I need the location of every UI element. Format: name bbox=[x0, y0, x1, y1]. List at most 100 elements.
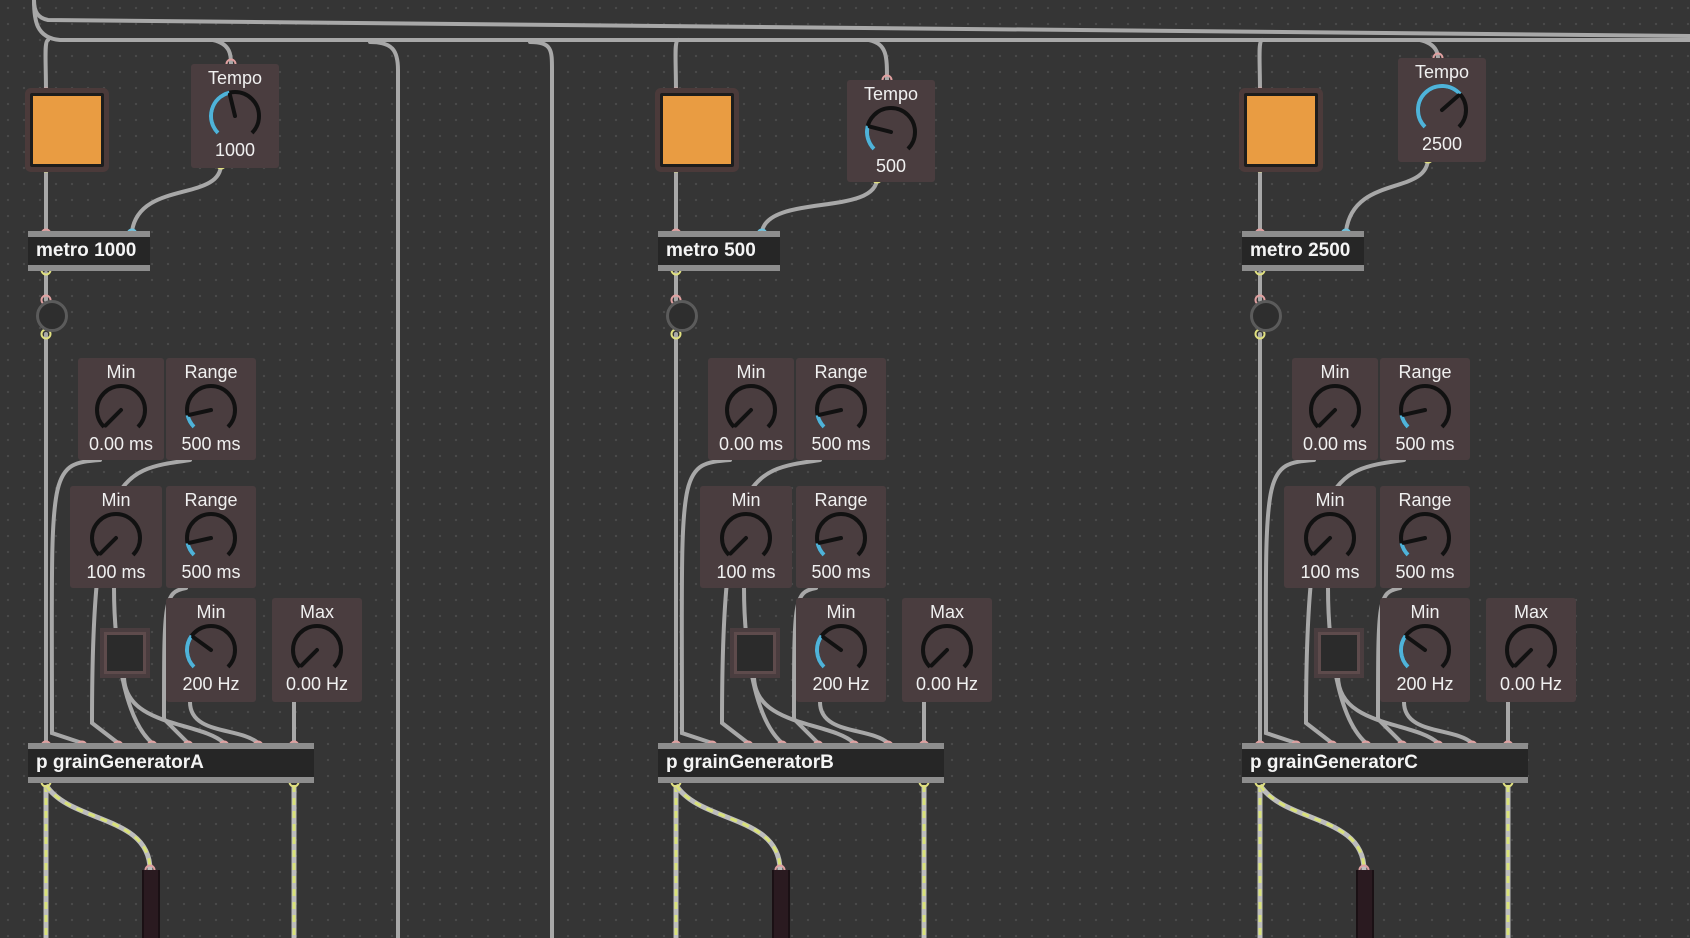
col-b-dial-5-label: Max bbox=[929, 602, 964, 622]
col-a-dial-0-value: 0.00 ms bbox=[88, 434, 154, 454]
col-c-dial-4[interactable]: Min 200 Hz bbox=[1380, 598, 1470, 702]
top-bus-cord[interactable] bbox=[32, 0, 1690, 42]
col-c-dial-1[interactable]: Range 500 ms bbox=[1380, 358, 1470, 460]
col-a-tempo-dial[interactable]: Tempo 1000 bbox=[191, 64, 279, 168]
col-a-number-box[interactable] bbox=[104, 632, 146, 674]
col-a-signal-meter[interactable] bbox=[43, 783, 153, 871]
col-b-signal-meter[interactable] bbox=[673, 783, 783, 871]
col-c-dial-5-knob-icon[interactable] bbox=[1503, 622, 1559, 678]
col-c-dial-4-knob-icon[interactable] bbox=[1397, 622, 1453, 678]
col-c-dial-0[interactable]: Min 0.00 ms bbox=[1292, 358, 1378, 460]
col-a-tempo-knob-icon[interactable] bbox=[207, 88, 263, 144]
col-b-dial-5[interactable]: Max 0.00 Hz bbox=[902, 598, 992, 702]
col-c-tempo-value: 2500 bbox=[1421, 134, 1463, 154]
col-b-tempo-dial[interactable]: Tempo 500 bbox=[847, 80, 935, 182]
col-a-toggle[interactable] bbox=[30, 93, 104, 167]
col-b-dial-0[interactable]: Min 0.00 ms bbox=[708, 358, 794, 460]
top-bus-cord-2[interactable] bbox=[32, 0, 1690, 38]
col-c-toggle[interactable] bbox=[1244, 93, 1318, 167]
col-c-cord-minhz[interactable] bbox=[1402, 700, 1474, 745]
col-c-dial-5[interactable]: Max 0.00 Hz bbox=[1486, 598, 1576, 702]
col-c-cord-tempo-metro[interactable] bbox=[1344, 156, 1430, 233]
col-b-cord-bus-toggle[interactable] bbox=[673, 38, 680, 95]
col-c-signal-meter-dash bbox=[1258, 784, 1366, 871]
col-b-cord-bus-tempo[interactable] bbox=[867, 38, 889, 82]
col-a-dial-3-knob-icon[interactable] bbox=[183, 510, 239, 566]
col-a-dial-0[interactable]: Min 0.00 ms bbox=[78, 358, 164, 460]
col-b-tempo-label: Tempo bbox=[863, 84, 919, 104]
col-a-dial-5[interactable]: Max 0.00 Hz bbox=[272, 598, 362, 702]
col-b-dial-4-knob-icon[interactable] bbox=[813, 622, 869, 678]
col-b-dial-0-knob-icon[interactable] bbox=[723, 382, 779, 438]
col-a-dial-2-knob-icon[interactable] bbox=[88, 510, 144, 566]
col-c-tempo-knob-icon[interactable] bbox=[1414, 82, 1470, 138]
col-b-cord-tempo-metro[interactable] bbox=[760, 176, 879, 233]
col-a-dial-1-knob-icon[interactable] bbox=[183, 382, 239, 438]
col-b-level-meter bbox=[772, 870, 790, 938]
col-b-dial-5-knob-icon[interactable] bbox=[919, 622, 975, 678]
col-a-cord-minhz[interactable] bbox=[188, 700, 260, 745]
col-a-cord-bus-tempo[interactable] bbox=[211, 38, 233, 66]
col-a-dial-1[interactable]: Range 500 ms bbox=[166, 358, 256, 460]
col-a-signal-meter-dash bbox=[44, 784, 152, 871]
col-b-dial-2-knob-icon[interactable] bbox=[718, 510, 774, 566]
col-c-dial-3-knob-icon[interactable] bbox=[1397, 510, 1453, 566]
col-b-dial-3-knob-icon[interactable] bbox=[813, 510, 869, 566]
col-c-cord-bus-toggle[interactable] bbox=[1257, 38, 1264, 95]
col-b-dial-2-value: 100 ms bbox=[716, 562, 776, 582]
col-a-dial-2[interactable]: Min 100 ms bbox=[70, 486, 162, 588]
col-a-cord-tempo-metro[interactable] bbox=[130, 162, 223, 233]
col-c-dial-3-label: Range bbox=[1398, 490, 1452, 510]
col-b-metro-object[interactable]: metro 500 bbox=[658, 231, 780, 271]
col-a-grain-generator[interactable]: p grainGeneratorA bbox=[28, 743, 314, 783]
col-c-dial-2-label: Min bbox=[1315, 490, 1345, 510]
col-a-dial-5-knob-icon[interactable] bbox=[289, 622, 345, 678]
col-c-metro-object[interactable]: metro 2500 bbox=[1242, 231, 1364, 271]
col-a-dial-4-knob-icon[interactable] bbox=[183, 622, 239, 678]
col-b-dial-1-value: 500 ms bbox=[811, 434, 871, 454]
col-a-dial-2-label: Min bbox=[101, 490, 131, 510]
long-cord-1[interactable] bbox=[368, 40, 400, 938]
col-b-dial-0-value: 0.00 ms bbox=[718, 434, 784, 454]
col-b-number-box[interactable] bbox=[734, 632, 776, 674]
col-c-grain-generator[interactable]: p grainGeneratorC bbox=[1242, 743, 1528, 783]
col-a-bang-button[interactable] bbox=[36, 300, 68, 332]
col-c-signal-meter[interactable] bbox=[1257, 783, 1367, 871]
col-c-number-box[interactable] bbox=[1318, 632, 1360, 674]
col-b-dial-4-value: 200 Hz bbox=[812, 674, 870, 694]
col-a-dial-1-label: Range bbox=[184, 362, 238, 382]
col-a-dial-4[interactable]: Min 200 Hz bbox=[166, 598, 256, 702]
col-b-dial-1-knob-icon[interactable] bbox=[813, 382, 869, 438]
col-c-tempo-label: Tempo bbox=[1414, 62, 1470, 82]
col-c-dial-3[interactable]: Range 500 ms bbox=[1380, 486, 1470, 588]
col-b-tempo-knob-icon[interactable] bbox=[863, 104, 919, 160]
col-c-dial-0-label: Min bbox=[1320, 362, 1350, 382]
col-c-dial-0-value: 0.00 ms bbox=[1302, 434, 1368, 454]
patcher-canvas[interactable]: Tempo 1000 metro 1000 Min 0.00 ms Range 500 ms… bbox=[0, 0, 1690, 938]
col-b-dial-4[interactable]: Min 200 Hz bbox=[796, 598, 886, 702]
col-b-dial-3-value: 500 ms bbox=[811, 562, 871, 582]
col-a-dial-1-value: 500 ms bbox=[181, 434, 241, 454]
col-b-bang-button[interactable] bbox=[666, 300, 698, 332]
col-c-dial-0-knob-icon[interactable] bbox=[1307, 382, 1363, 438]
col-a-metro-object[interactable]: metro 1000 bbox=[28, 231, 150, 271]
col-a-cord-bus-toggle[interactable] bbox=[43, 38, 50, 95]
col-a-dial-3[interactable]: Range 500 ms bbox=[166, 486, 256, 588]
col-a-dial-3-label: Range bbox=[184, 490, 238, 510]
col-a-dial-0-knob-icon[interactable] bbox=[93, 382, 149, 438]
col-b-dial-1[interactable]: Range 500 ms bbox=[796, 358, 886, 460]
col-c-cord-bus-tempo[interactable] bbox=[1418, 38, 1440, 60]
col-b-dial-2-label: Min bbox=[731, 490, 761, 510]
col-c-dial-2-knob-icon[interactable] bbox=[1302, 510, 1358, 566]
col-b-dial-3[interactable]: Range 500 ms bbox=[796, 486, 886, 588]
col-c-dial-1-knob-icon[interactable] bbox=[1397, 382, 1453, 438]
col-b-grain-generator[interactable]: p grainGeneratorB bbox=[658, 743, 944, 783]
col-b-cord-minhz[interactable] bbox=[818, 700, 890, 745]
col-b-toggle[interactable] bbox=[660, 93, 734, 167]
col-c-dial-2[interactable]: Min 100 ms bbox=[1284, 486, 1376, 588]
long-cord-2[interactable] bbox=[528, 40, 554, 938]
col-b-signal-meter-dash bbox=[674, 784, 782, 871]
col-c-bang-button[interactable] bbox=[1250, 300, 1282, 332]
col-b-dial-2[interactable]: Min 100 ms bbox=[700, 486, 792, 588]
col-c-tempo-dial[interactable]: Tempo 2500 bbox=[1398, 58, 1486, 162]
